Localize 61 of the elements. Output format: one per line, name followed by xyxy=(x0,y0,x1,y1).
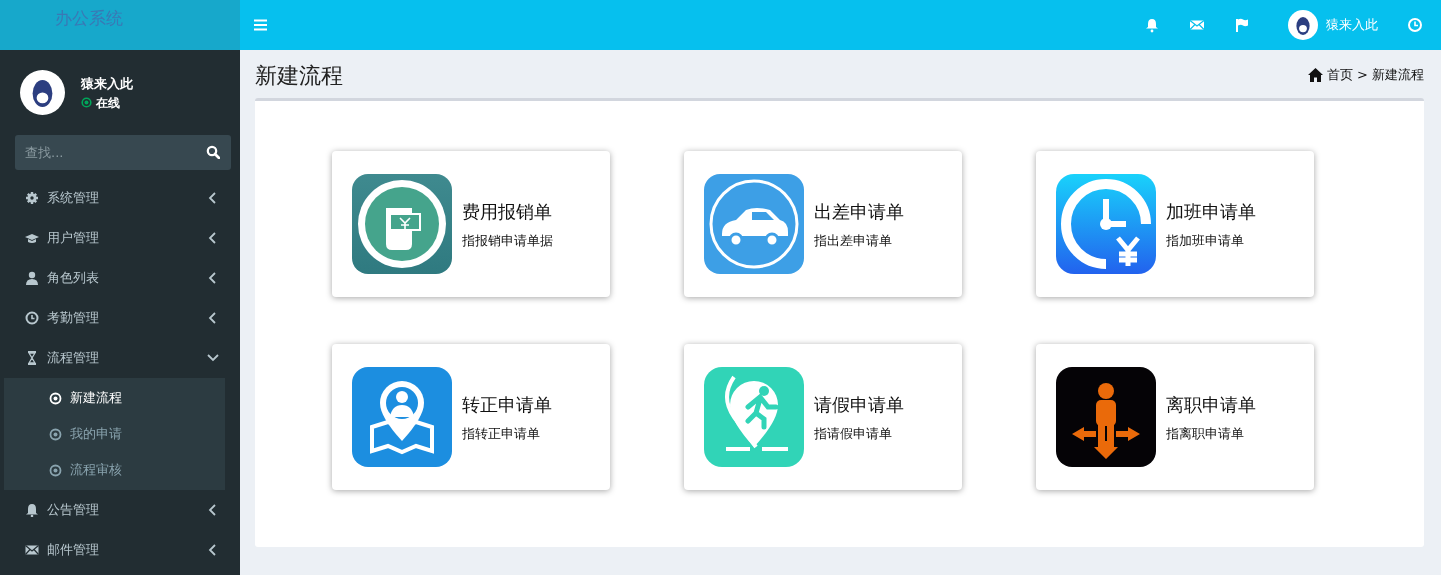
flag-icon[interactable] xyxy=(1234,17,1250,33)
avatar-icon xyxy=(20,70,65,115)
page-title: 新建流程 xyxy=(255,61,343,90)
sidebar-item[interactable]: 角色列表 xyxy=(0,258,240,298)
user-icon xyxy=(25,271,39,285)
form-card[interactable]: 离职申请单 指离职申请单 xyxy=(1036,344,1314,490)
card-description: 指离职申请单 xyxy=(1166,424,1245,443)
card-description: 指加班申请单 xyxy=(1166,231,1245,250)
person-map-icon xyxy=(352,367,452,467)
card-title: 离职申请单 xyxy=(1166,392,1256,417)
card-title: 出差申请单 xyxy=(814,199,904,224)
user-name: 猿来入此 xyxy=(81,75,133,93)
hand-money-icon xyxy=(352,174,452,274)
sidebar-item[interactable]: 系统管理 xyxy=(0,178,240,218)
sidebar-item[interactable]: 用户管理 xyxy=(0,218,240,258)
form-card[interactable]: 加班申请单 指加班申请单 xyxy=(1036,151,1314,297)
graduation-cap-icon xyxy=(25,231,39,245)
sidebar-item[interactable]: 流程管理 xyxy=(0,338,240,378)
card-title: 费用报销单 xyxy=(462,199,553,224)
envelope-icon xyxy=(25,543,39,557)
gear-icon xyxy=(25,191,39,205)
bell-icon xyxy=(25,503,39,517)
sidebar-item[interactable]: 考勤管理 xyxy=(0,298,240,338)
circle-dot-icon xyxy=(49,427,62,441)
sidebar-item[interactable]: 公告管理 xyxy=(0,490,240,530)
search-icon[interactable] xyxy=(206,145,220,159)
submenu-item[interactable]: 新建流程 xyxy=(4,380,225,416)
form-card[interactable]: 费用报销单 指报销申请单据 xyxy=(332,151,610,297)
online-icon xyxy=(81,97,92,108)
clock-icon xyxy=(25,311,39,325)
form-card[interactable]: 转正申请单 指转正申请单 xyxy=(332,344,610,490)
form-card[interactable]: 出差申请单 指出差申请单 xyxy=(684,151,962,297)
card-description: 指请假申请单 xyxy=(814,424,893,443)
hourglass-icon xyxy=(25,351,39,365)
avatar-icon xyxy=(1288,10,1318,40)
user-status: 在线 xyxy=(96,94,120,112)
person-arrows-icon xyxy=(1056,367,1156,467)
breadcrumb-separator: > xyxy=(1357,66,1368,85)
submenu-item[interactable]: 我的申请 xyxy=(4,416,225,452)
clock-icon[interactable] xyxy=(1407,17,1423,33)
circle-dot-icon xyxy=(49,391,62,405)
card-title: 加班申请单 xyxy=(1166,199,1256,224)
bell-icon[interactable] xyxy=(1144,17,1160,33)
card-description: 指转正申请单 xyxy=(462,424,541,443)
card-title: 转正申请单 xyxy=(462,392,552,417)
car-icon xyxy=(704,174,804,274)
home-icon xyxy=(1308,68,1324,82)
submenu-item[interactable]: 流程审核 xyxy=(4,452,225,488)
envelope-icon[interactable] xyxy=(1189,17,1205,33)
card-description: 指出差申请单 xyxy=(814,231,893,250)
circle-dot-icon xyxy=(49,463,62,477)
card-title: 请假申请单 xyxy=(814,392,904,417)
menu-icon[interactable] xyxy=(254,19,267,31)
breadcrumb-link[interactable]: 首页 xyxy=(1327,65,1354,85)
form-card[interactable]: 请假申请单 指请假申请单 xyxy=(684,344,962,490)
running-person-pin-icon xyxy=(704,367,804,467)
breadcrumb-current: 新建流程 xyxy=(1372,66,1424,85)
search-field[interactable]: 查找... xyxy=(15,135,231,170)
clock-money-icon xyxy=(1056,174,1156,274)
sidebar-item[interactable]: 邮件管理 xyxy=(0,530,240,570)
card-description: 指报销申请单据 xyxy=(462,231,553,250)
